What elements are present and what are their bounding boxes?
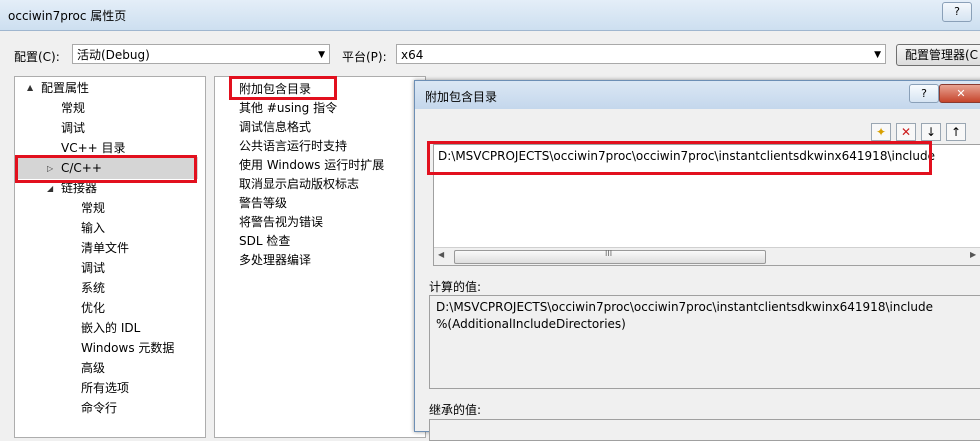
platform-select[interactable]: x64 ▼ (396, 44, 886, 64)
inherited-value-label: 继承的值: (429, 403, 482, 417)
config-label: 配置(C): (14, 50, 60, 64)
prop-row-sdl[interactable]: SDL 检查 (239, 232, 290, 251)
platform-value: x64 (401, 48, 424, 62)
move-up-icon[interactable]: ↑ (946, 123, 966, 141)
computed-line-1: D:\MSVCPROJECTS\occiwin7proc\occiwin7pro… (436, 300, 933, 314)
collapse-icon[interactable]: ▲ (27, 83, 33, 92)
tree-item-linker-command-line[interactable]: 命令行 (81, 399, 117, 418)
prop-row-mp[interactable]: 多处理器编译 (239, 251, 311, 270)
collapse-icon[interactable]: ◢ (47, 184, 53, 193)
tree-item-linker-input[interactable]: 输入 (81, 219, 105, 238)
new-line-icon[interactable]: ✦ (871, 123, 891, 141)
config-select[interactable]: 活动(Debug) ▼ (72, 44, 330, 64)
prop-row-warning-level[interactable]: 警告等级 (239, 194, 287, 213)
tree-item-linker-advanced[interactable]: 高级 (81, 359, 105, 378)
config-value: 活动(Debug) (77, 48, 150, 62)
property-tree: ▲ 配置属性 常规 调试 VC++ 目录 ▷ C/C++ ◢ 链接器 常规 输入… (14, 76, 206, 438)
computed-value-box: D:\MSVCPROJECTS\occiwin7proc\occiwin7pro… (429, 295, 980, 389)
tree-item-linker-winmd[interactable]: Windows 元数据 (81, 339, 174, 358)
platform-label: 平台(P): (342, 50, 387, 64)
prop-row-warn-as-error[interactable]: 将警告视为错误 (239, 213, 323, 232)
tree-item-debugging[interactable]: 调试 (61, 119, 85, 138)
tree-item-linker-debugging[interactable]: 调试 (81, 259, 105, 278)
delete-icon[interactable]: ✕ (896, 123, 916, 141)
tree-item-config-props[interactable]: 配置属性 (41, 79, 89, 98)
chevron-down-icon: ▼ (318, 50, 325, 60)
help-button[interactable]: ? (942, 2, 972, 22)
tree-item-linker-all-options[interactable]: 所有选项 (81, 379, 129, 398)
annotation-highlight-cpp (15, 155, 197, 183)
scrollbar-thumb[interactable]: III (454, 249, 766, 264)
computed-value-label: 计算的值: (429, 280, 482, 294)
tree-item-general[interactable]: 常规 (61, 99, 85, 118)
prop-row-debug-format[interactable]: 调试信息格式 (239, 118, 311, 137)
window-title: occiwin7proc 属性页 (8, 9, 127, 23)
move-down-icon[interactable]: ↓ (921, 123, 941, 141)
scroll-grip: III (605, 249, 613, 258)
prop-row-using[interactable]: 其他 #using 指令 (239, 99, 337, 118)
dialog-help-button[interactable]: ? (909, 84, 939, 103)
computed-line-2: %(AdditionalIncludeDirectories) (436, 317, 626, 331)
annotation-highlight-path (427, 141, 932, 175)
property-list: 附加包含目录 其他 #using 指令 调试信息格式 公共语言运行时支持 使用 … (214, 76, 426, 438)
window-title-bar: occiwin7proc 属性页 ? (0, 0, 980, 31)
tree-item-linker-optimization[interactable]: 优化 (81, 299, 105, 318)
chevron-down-icon: ▼ (874, 50, 881, 60)
tree-item-linker-general[interactable]: 常规 (81, 199, 105, 218)
prop-row-nologo[interactable]: 取消显示启动版权标志 (239, 175, 359, 194)
tree-item-linker-system[interactable]: 系统 (81, 279, 105, 298)
scroll-right-icon[interactable]: ▶ (970, 250, 976, 259)
include-dirs-dialog: 附加包含目录 ? ✕ ✦ ✕ ↓ ↑ D:\MSVCPROJECTS\occiw… (414, 80, 980, 441)
annotation-highlight-include-row (229, 76, 337, 100)
horizontal-scrollbar[interactable]: ◀ III ▶ (434, 247, 980, 265)
inherited-value-box (429, 419, 980, 441)
prop-row-clr[interactable]: 公共语言运行时支持 (239, 137, 347, 156)
tree-item-linker-manifest[interactable]: 清单文件 (81, 239, 129, 258)
dialog-title-bar: 附加包含目录 ? ✕ (415, 81, 980, 109)
tree-item-linker-idl[interactable]: 嵌入的 IDL (81, 319, 140, 338)
dialog-close-button[interactable]: ✕ (939, 84, 980, 103)
scroll-left-icon[interactable]: ◀ (438, 250, 444, 259)
prop-row-winrt[interactable]: 使用 Windows 运行时扩展 (239, 156, 384, 175)
dialog-title: 附加包含目录 (425, 90, 498, 104)
config-manager-button[interactable]: 配置管理器(C (896, 44, 980, 66)
